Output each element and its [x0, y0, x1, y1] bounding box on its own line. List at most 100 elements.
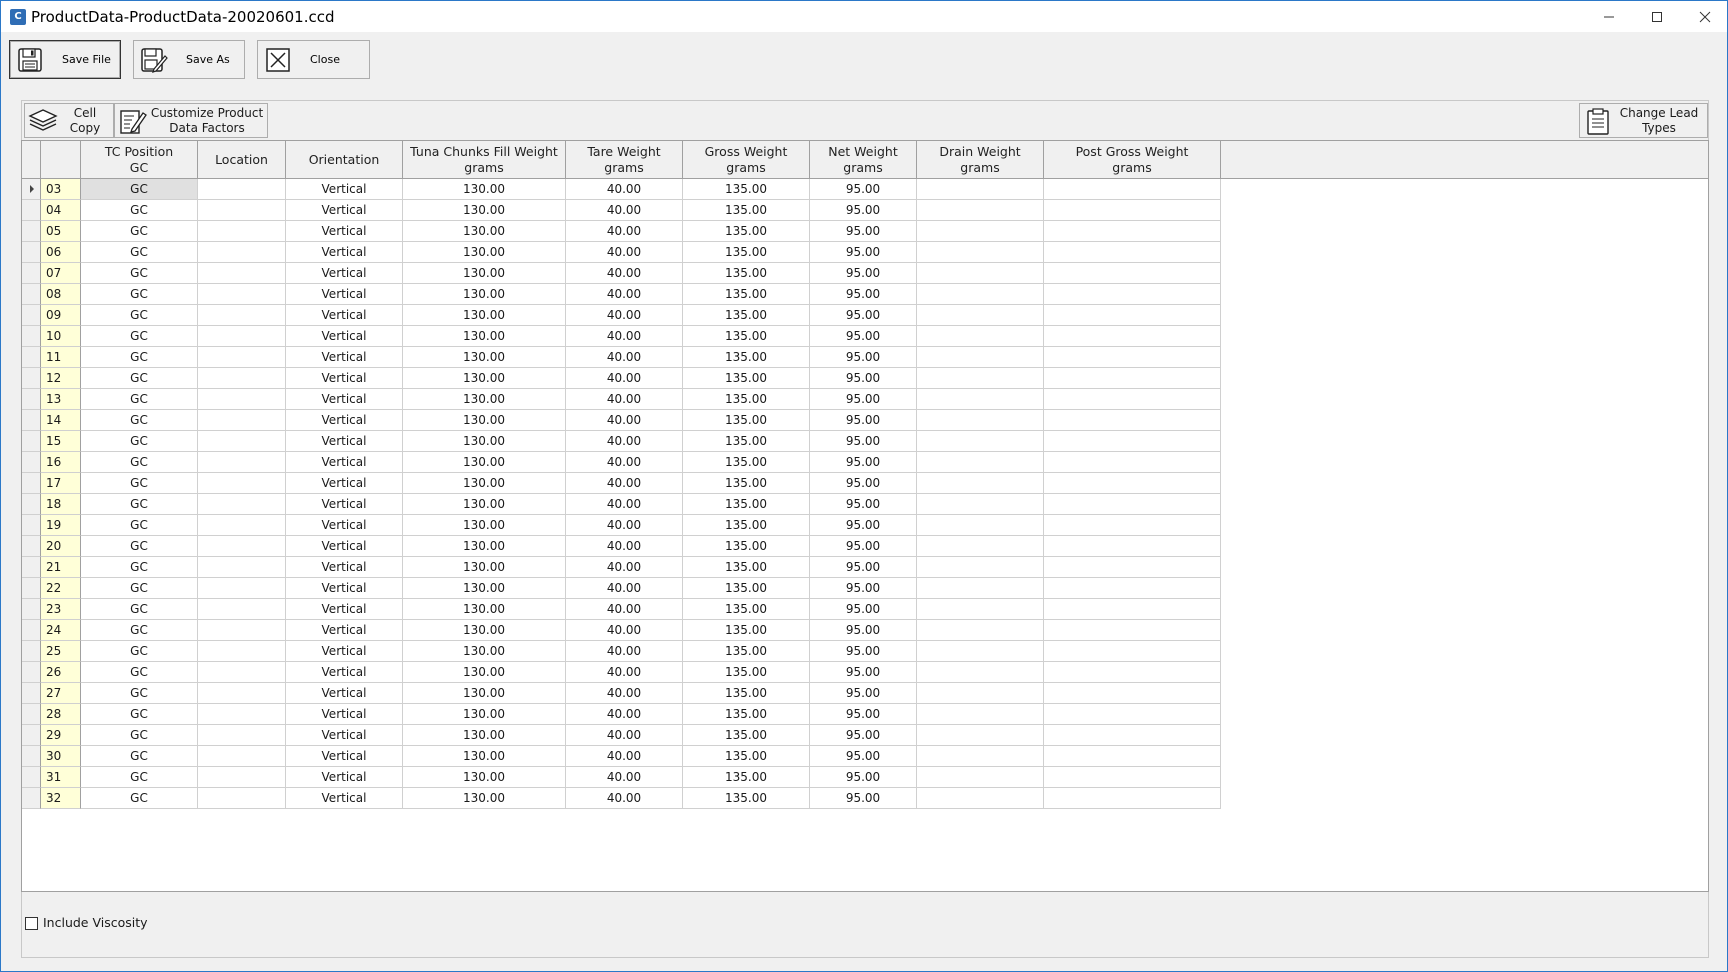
close-window-button[interactable] — [1681, 1, 1728, 32]
drain-weight-cell[interactable] — [917, 620, 1044, 641]
row-number[interactable]: 18 — [41, 494, 81, 515]
net-weight-cell[interactable]: 95.00 — [810, 305, 917, 326]
net-weight-cell[interactable]: 95.00 — [810, 725, 917, 746]
save-as-button[interactable]: Save As — [133, 40, 245, 79]
row-indicator[interactable] — [22, 599, 41, 620]
location-cell[interactable] — [198, 368, 286, 389]
net-weight-cell[interactable]: 95.00 — [810, 431, 917, 452]
post-gross-weight-cell[interactable] — [1044, 599, 1221, 620]
location-cell[interactable] — [198, 788, 286, 809]
customize-product-data-factors-button[interactable]: Customize Product Data Factors — [114, 103, 268, 138]
post-gross-weight-cell[interactable] — [1044, 641, 1221, 662]
orientation-cell[interactable]: Vertical — [286, 725, 403, 746]
orientation-cell[interactable]: Vertical — [286, 389, 403, 410]
tare-weight-cell[interactable]: 40.00 — [566, 536, 683, 557]
row-indicator[interactable] — [22, 263, 41, 284]
post-gross-weight-cell[interactable] — [1044, 263, 1221, 284]
net-weight-cell[interactable]: 95.00 — [810, 242, 917, 263]
row-number[interactable]: 21 — [41, 557, 81, 578]
gross-weight-cell[interactable]: 135.00 — [683, 368, 810, 389]
orientation-cell[interactable]: Vertical — [286, 221, 403, 242]
drain-weight-cell[interactable] — [917, 263, 1044, 284]
tare-weight-cell[interactable]: 40.00 — [566, 473, 683, 494]
location-cell[interactable] — [198, 746, 286, 767]
gross-weight-cell[interactable]: 135.00 — [683, 347, 810, 368]
tc-position-cell[interactable]: GC — [81, 389, 198, 410]
tare-weight-cell[interactable]: 40.00 — [566, 284, 683, 305]
row-number[interactable]: 28 — [41, 704, 81, 725]
fill-weight-cell[interactable]: 130.00 — [403, 410, 566, 431]
net-weight-cell[interactable]: 95.00 — [810, 347, 917, 368]
orientation-cell[interactable]: Vertical — [286, 179, 403, 200]
row-indicator[interactable] — [22, 515, 41, 536]
gross-weight-cell[interactable]: 135.00 — [683, 326, 810, 347]
net-weight-cell[interactable]: 95.00 — [810, 326, 917, 347]
fill-weight-cell[interactable]: 130.00 — [403, 746, 566, 767]
location-cell[interactable] — [198, 704, 286, 725]
row-indicator[interactable] — [22, 221, 41, 242]
row-indicator[interactable] — [22, 536, 41, 557]
post-gross-weight-cell[interactable] — [1044, 410, 1221, 431]
drain-weight-cell[interactable] — [917, 515, 1044, 536]
tc-position-cell[interactable]: GC — [81, 179, 198, 200]
tc-position-cell[interactable]: GC — [81, 284, 198, 305]
row-indicator[interactable] — [22, 473, 41, 494]
post-gross-weight-cell[interactable] — [1044, 662, 1221, 683]
fill-weight-cell[interactable]: 130.00 — [403, 725, 566, 746]
fill-weight-cell[interactable]: 130.00 — [403, 557, 566, 578]
gross-weight-cell[interactable]: 135.00 — [683, 662, 810, 683]
post-gross-weight-cell[interactable] — [1044, 452, 1221, 473]
row-number[interactable]: 12 — [41, 368, 81, 389]
tare-weight-cell[interactable]: 40.00 — [566, 263, 683, 284]
gross-weight-cell[interactable]: 135.00 — [683, 599, 810, 620]
location-cell[interactable] — [198, 662, 286, 683]
row-number[interactable]: 13 — [41, 389, 81, 410]
net-weight-cell[interactable]: 95.00 — [810, 473, 917, 494]
tare-weight-cell[interactable]: 40.00 — [566, 221, 683, 242]
row-indicator[interactable] — [22, 704, 41, 725]
location-cell[interactable] — [198, 242, 286, 263]
gross-weight-cell[interactable]: 135.00 — [683, 683, 810, 704]
post-gross-weight-cell[interactable] — [1044, 389, 1221, 410]
column-header-location[interactable]: Location — [198, 141, 286, 178]
tc-position-cell[interactable]: GC — [81, 725, 198, 746]
tare-weight-cell[interactable]: 40.00 — [566, 788, 683, 809]
tc-position-cell[interactable]: GC — [81, 746, 198, 767]
tare-weight-cell[interactable]: 40.00 — [566, 305, 683, 326]
fill-weight-cell[interactable]: 130.00 — [403, 242, 566, 263]
net-weight-cell[interactable]: 95.00 — [810, 746, 917, 767]
row-indicator[interactable] — [22, 725, 41, 746]
row-number[interactable]: 31 — [41, 767, 81, 788]
save-file-button[interactable]: Save File — [9, 40, 121, 79]
gross-weight-cell[interactable]: 135.00 — [683, 536, 810, 557]
column-header-drain-weight[interactable]: Drain Weight grams — [917, 141, 1044, 178]
row-number[interactable]: 16 — [41, 452, 81, 473]
location-cell[interactable] — [198, 347, 286, 368]
tare-weight-cell[interactable]: 40.00 — [566, 200, 683, 221]
row-indicator[interactable] — [22, 641, 41, 662]
fill-weight-cell[interactable]: 130.00 — [403, 515, 566, 536]
row-number[interactable]: 32 — [41, 788, 81, 809]
tare-weight-cell[interactable]: 40.00 — [566, 662, 683, 683]
location-cell[interactable] — [198, 620, 286, 641]
drain-weight-cell[interactable] — [917, 410, 1044, 431]
gross-weight-cell[interactable]: 135.00 — [683, 704, 810, 725]
location-cell[interactable] — [198, 431, 286, 452]
row-indicator[interactable] — [22, 431, 41, 452]
fill-weight-cell[interactable]: 130.00 — [403, 305, 566, 326]
post-gross-weight-cell[interactable] — [1044, 620, 1221, 641]
net-weight-cell[interactable]: 95.00 — [810, 704, 917, 725]
tare-weight-cell[interactable]: 40.00 — [566, 767, 683, 788]
location-cell[interactable] — [198, 263, 286, 284]
location-cell[interactable] — [198, 200, 286, 221]
drain-weight-cell[interactable] — [917, 641, 1044, 662]
row-indicator[interactable] — [22, 242, 41, 263]
tc-position-cell[interactable]: GC — [81, 347, 198, 368]
net-weight-cell[interactable]: 95.00 — [810, 662, 917, 683]
tc-position-cell[interactable]: GC — [81, 452, 198, 473]
row-indicator[interactable] — [22, 788, 41, 809]
gross-weight-cell[interactable]: 135.00 — [683, 431, 810, 452]
drain-weight-cell[interactable] — [917, 305, 1044, 326]
fill-weight-cell[interactable]: 130.00 — [403, 494, 566, 515]
orientation-cell[interactable]: Vertical — [286, 242, 403, 263]
